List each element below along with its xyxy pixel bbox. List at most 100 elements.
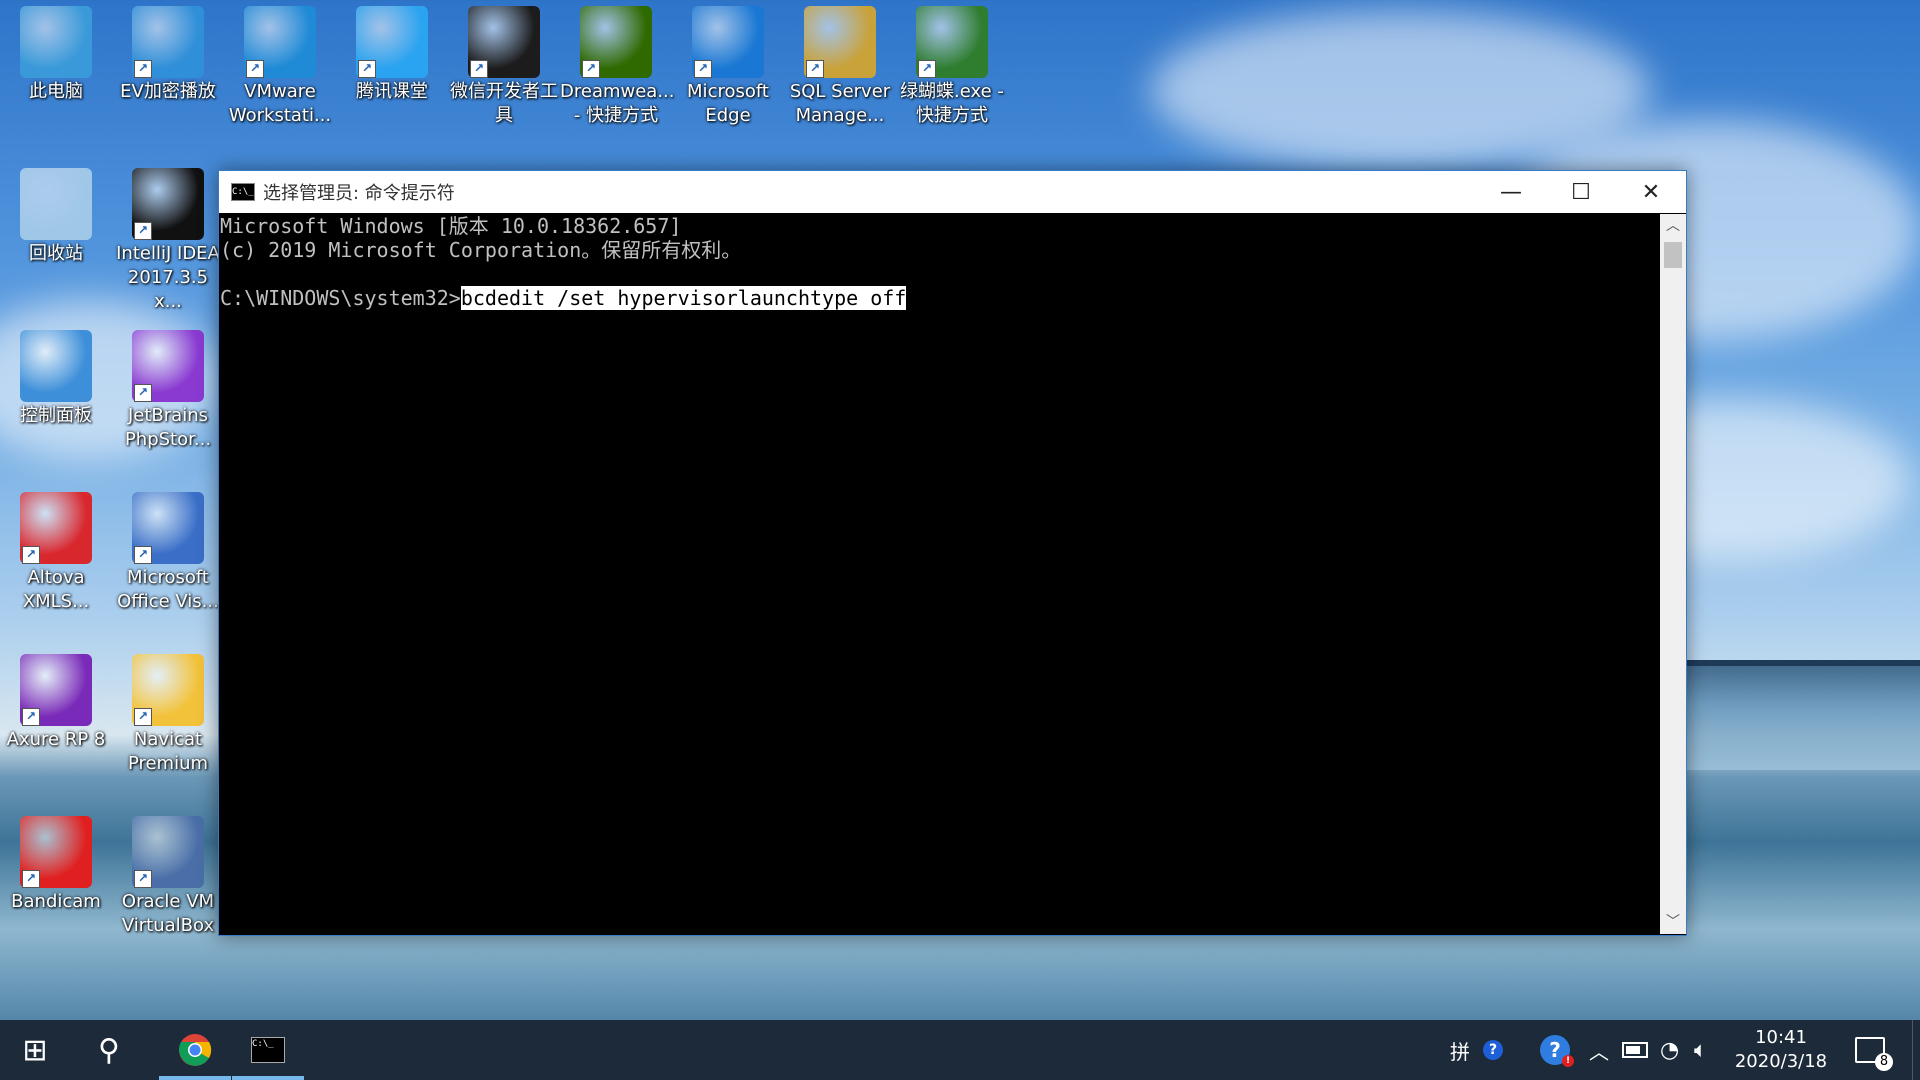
clock-date: 2020/3/18	[1734, 1051, 1828, 1072]
desktop-icon-tencent-classroom[interactable]: ↗ 腾讯课堂	[336, 0, 448, 104]
ime-help-icon[interactable]: ?	[1483, 1020, 1503, 1080]
system-clock[interactable]: 10:41 2020/3/18	[1726, 1026, 1836, 1074]
action-center-icon[interactable]: 8	[1855, 1020, 1893, 1080]
shortcut-arrow-icon: ↗	[806, 60, 824, 78]
sql-server-icon: ↗	[804, 6, 876, 78]
shortcut-arrow-icon: ↗	[22, 870, 40, 888]
ime-indicator[interactable]: 拼	[1450, 1020, 1470, 1080]
window-title: 选择管理员: 命令提示符	[263, 183, 455, 204]
wechat-devtools-icon: ↗	[468, 6, 540, 78]
chrome-icon	[179, 1034, 212, 1066]
desktop-icon-label: 控制面板	[20, 405, 92, 426]
selected-command[interactable]: bcdedit /set hypervisorlaunchtype off	[460, 286, 907, 310]
desktop-icon-label: Axure RP 8	[6, 729, 106, 750]
desktop-icon-control-panel[interactable]: 控制面板	[0, 324, 112, 428]
cmd-titlebar[interactable]: C:\_ 选择管理员: 命令提示符 — ☐ ✕	[219, 171, 1686, 213]
desktop-icon-label: Navicat Premium	[127, 729, 209, 774]
desktop-icon-intellij[interactable]: ↗ IntelliJ IDEA 2017.3.5 x...	[112, 162, 224, 314]
altova-icon: ↗	[20, 492, 92, 564]
shortcut-arrow-icon: ↗	[358, 60, 376, 78]
search-icon[interactable]: ⚲	[76, 1020, 142, 1080]
maximize-button[interactable]: ☐	[1546, 171, 1616, 213]
shortcut-arrow-icon: ↗	[582, 60, 600, 78]
desktop-icon-this-pc[interactable]: 此电脑	[0, 0, 112, 104]
desktop-icon-ev-player[interactable]: ↗ EV加密播放	[112, 0, 224, 104]
console-prompt-line: C:\WINDOWS\system32>bcdedit /set hypervi…	[220, 286, 1660, 310]
show-desktop-button[interactable]	[1912, 1020, 1920, 1080]
wifi-icon[interactable]: ◔	[1660, 1020, 1679, 1080]
desktop-icon-label: Microsoft Edge	[687, 81, 769, 126]
desktop-icon-label: Dreamwea... - 快捷方式	[560, 81, 675, 126]
desktop-icon-navicat[interactable]: ↗ Navicat Premium	[112, 648, 224, 776]
shortcut-arrow-icon: ↗	[134, 546, 152, 564]
ev-player-icon: ↗	[132, 6, 204, 78]
question-icon: ?!	[1540, 1035, 1574, 1067]
edge-icon: ↗	[692, 6, 764, 78]
alert-badge-icon: !	[1562, 1055, 1574, 1067]
shortcut-arrow-icon: ↗	[134, 870, 152, 888]
chevron-up-icon[interactable]: ︿	[1589, 1020, 1609, 1080]
desktop-icon-edge[interactable]: ↗ Microsoft Edge	[672, 0, 784, 128]
desktop-icon-label: JetBrains PhpStor...	[124, 405, 212, 450]
navicat-icon: ↗	[132, 654, 204, 726]
volume-icon[interactable]: 🔈︎	[1694, 1020, 1707, 1080]
console-output[interactable]: Microsoft Windows [版本 10.0.18362.657] (c)…	[219, 214, 1660, 934]
desktop-icon-bandicam[interactable]: ↗ Bandicam	[0, 810, 112, 914]
axure-icon: ↗	[20, 654, 92, 726]
desktop-icon-virtualbox[interactable]: ↗ Oracle VM VirtualBox	[112, 810, 224, 938]
shortcut-arrow-icon: ↗	[134, 384, 152, 402]
scroll-up-icon[interactable]: ︿	[1660, 214, 1686, 238]
close-button[interactable]: ✕	[1616, 171, 1686, 213]
desktop-icon-label: 绿蝴蝶.exe - 快捷方式	[900, 81, 1004, 126]
desktop-icon-altova[interactable]: ↗ Altova XMLS...	[0, 486, 112, 614]
scroll-down-icon[interactable]: ﹀	[1660, 910, 1686, 934]
shortcut-arrow-icon: ↗	[918, 60, 936, 78]
clock-time: 10:41	[1755, 1027, 1807, 1048]
shortcut-arrow-icon: ↗	[134, 708, 152, 726]
desktop-icon-axure[interactable]: ↗ Axure RP 8	[0, 648, 112, 752]
console-line: (c) 2019 Microsoft Corporation。保留所有权利。	[220, 238, 742, 262]
cmd-app-icon: C:\_	[231, 183, 255, 201]
bandicam-icon: ↗	[20, 816, 92, 888]
chrome-taskbar-button[interactable]	[155, 1020, 235, 1080]
cmd-window[interactable]: C:\_ 选择管理员: 命令提示符 — ☐ ✕ Microsoft Window…	[218, 170, 1687, 936]
desktop-icon-sql-server[interactable]: ↗ SQL Server Manage...	[784, 0, 896, 128]
shortcut-arrow-icon: ↗	[22, 546, 40, 564]
desktop-icon-label: 微信开发者工 具	[450, 81, 558, 126]
green-butterfly-icon: ↗	[916, 6, 988, 78]
prompt: C:\WINDOWS\system32>	[220, 286, 461, 310]
desktop-icon-dreamweaver[interactable]: ↗ Dreamwea... - 快捷方式	[560, 0, 675, 128]
battery-icon[interactable]	[1622, 1020, 1648, 1080]
desktop-icon-wechat-devtools[interactable]: ↗ 微信开发者工 具	[448, 0, 560, 128]
notification-count: 8	[1875, 1053, 1893, 1071]
sea	[1680, 660, 1920, 770]
shortcut-arrow-icon: ↗	[134, 60, 152, 78]
desktop-icon-recycle-bin[interactable]: 回收站	[0, 162, 112, 266]
minimize-button[interactable]: —	[1476, 171, 1546, 213]
shortcut-arrow-icon: ↗	[470, 60, 488, 78]
help-tray-icon[interactable]: ?!	[1540, 1020, 1574, 1080]
cmd-icon: C:\_	[251, 1037, 285, 1063]
scroll-thumb[interactable]	[1664, 242, 1682, 268]
desktop-icon-label: 回收站	[29, 243, 83, 264]
desktop-icon-label: 腾讯课堂	[356, 81, 428, 102]
vertical-scrollbar[interactable]: ︿ ﹀	[1660, 214, 1686, 934]
cmd-taskbar-button[interactable]: C:\_	[228, 1020, 308, 1080]
start-button[interactable]: ⊞	[0, 1020, 70, 1080]
recycle-bin-icon	[20, 168, 92, 240]
this-pc-icon	[20, 6, 92, 78]
desktop-icon-green-butterfly[interactable]: ↗ 绿蝴蝶.exe - 快捷方式	[896, 0, 1008, 128]
console-line: Microsoft Windows [版本 10.0.18362.657]	[220, 214, 682, 238]
desktop-icon-label: SQL Server Manage...	[789, 81, 891, 126]
desktop-icon-office-visio[interactable]: ↗ Microsoft Office Vis...	[112, 486, 224, 614]
tencent-classroom-icon: ↗	[356, 6, 428, 78]
desktop-icon-label: VMware Workstati...	[228, 81, 332, 126]
control-panel-icon	[20, 330, 92, 402]
shortcut-arrow-icon: ↗	[134, 222, 152, 240]
desktop-icon-vmware[interactable]: ↗ VMware Workstati...	[224, 0, 336, 128]
desktop-icon-label: IntelliJ IDEA 2017.3.5 x...	[116, 243, 220, 312]
desktop-icon-label: 此电脑	[29, 81, 83, 102]
desktop-icon-phpstorm[interactable]: ↗ JetBrains PhpStor...	[112, 324, 224, 452]
office-visio-icon: ↗	[132, 492, 204, 564]
